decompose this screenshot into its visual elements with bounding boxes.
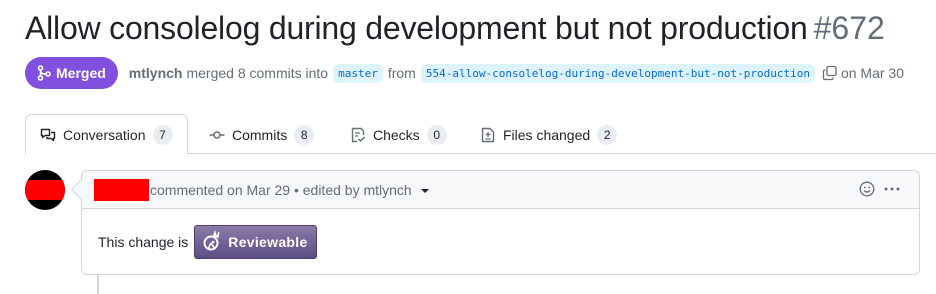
reviewable-badge[interactable]: Reviewable [194,225,317,259]
merged-status-badge: Merged [25,57,118,89]
git-commit-icon [209,127,225,143]
file-diff-icon [480,127,496,143]
tab-conversation[interactable]: Conversation 7 [25,114,188,155]
pr-tab-bar: Conversation 7 Commits 8 Checks 0 Files … [25,114,936,155]
tab-checks[interactable]: Checks 0 [350,114,447,155]
git-merge-icon [37,65,51,81]
tab-label: Checks [373,126,420,143]
pr-title: Allow consolelog during development but … [25,10,808,46]
tab-label: Files changed [503,126,591,143]
pr-number: #672 [813,10,885,46]
comment-meta-text: commented on Mar 29 • edited by mtlynch [150,181,412,198]
merged-status-label: Merged [56,65,106,81]
reviewable-badge-label: Reviewable [228,234,308,250]
pr-author-link[interactable]: mtlynch [129,65,183,81]
from-text: from [387,65,416,81]
comment-discussion-icon [40,127,56,143]
pr-title-row: Allow consolelog during development but … [25,10,885,47]
head-branch-link[interactable]: 554-allow-consolelog-during-development-… [420,63,815,83]
smiley-icon[interactable] [859,181,875,200]
comment-body: This change is Reviewable [82,209,919,275]
avatar[interactable] [25,170,65,210]
kebab-menu-icon[interactable] [883,181,901,200]
tab-counter: 0 [426,124,447,145]
chevron-down-icon[interactable] [420,189,429,193]
tab-files-changed[interactable]: Files changed 2 [480,114,618,155]
tab-counter: 7 [152,124,173,145]
tab-counter: 2 [597,124,618,145]
comment-box: commented on Mar 29 • edited by mtlynch … [81,170,920,275]
checklist-icon [350,127,366,143]
tab-label: Conversation [63,126,146,143]
tab-label: Commits [232,126,288,143]
timeline-line [97,275,99,294]
comment-header: commented on Mar 29 • edited by mtlynch [82,171,919,209]
tab-commits[interactable]: Commits 8 [209,114,315,155]
comment-author-redacted[interactable] [94,178,149,201]
merge-date: on Mar 30 [840,65,904,81]
pr-meta-row: Merged mtlynch merged 8 commits into mas… [25,57,904,89]
comment-actions [859,171,901,209]
comment-body-text: This change is [98,234,189,250]
copy-icon[interactable] [822,65,838,81]
tab-counter: 8 [294,124,315,145]
reviewable-logo-icon [202,229,222,256]
redaction-block [25,180,65,200]
base-branch-link[interactable]: master [333,63,383,83]
merged-text: merged 8 commits into [186,65,329,81]
